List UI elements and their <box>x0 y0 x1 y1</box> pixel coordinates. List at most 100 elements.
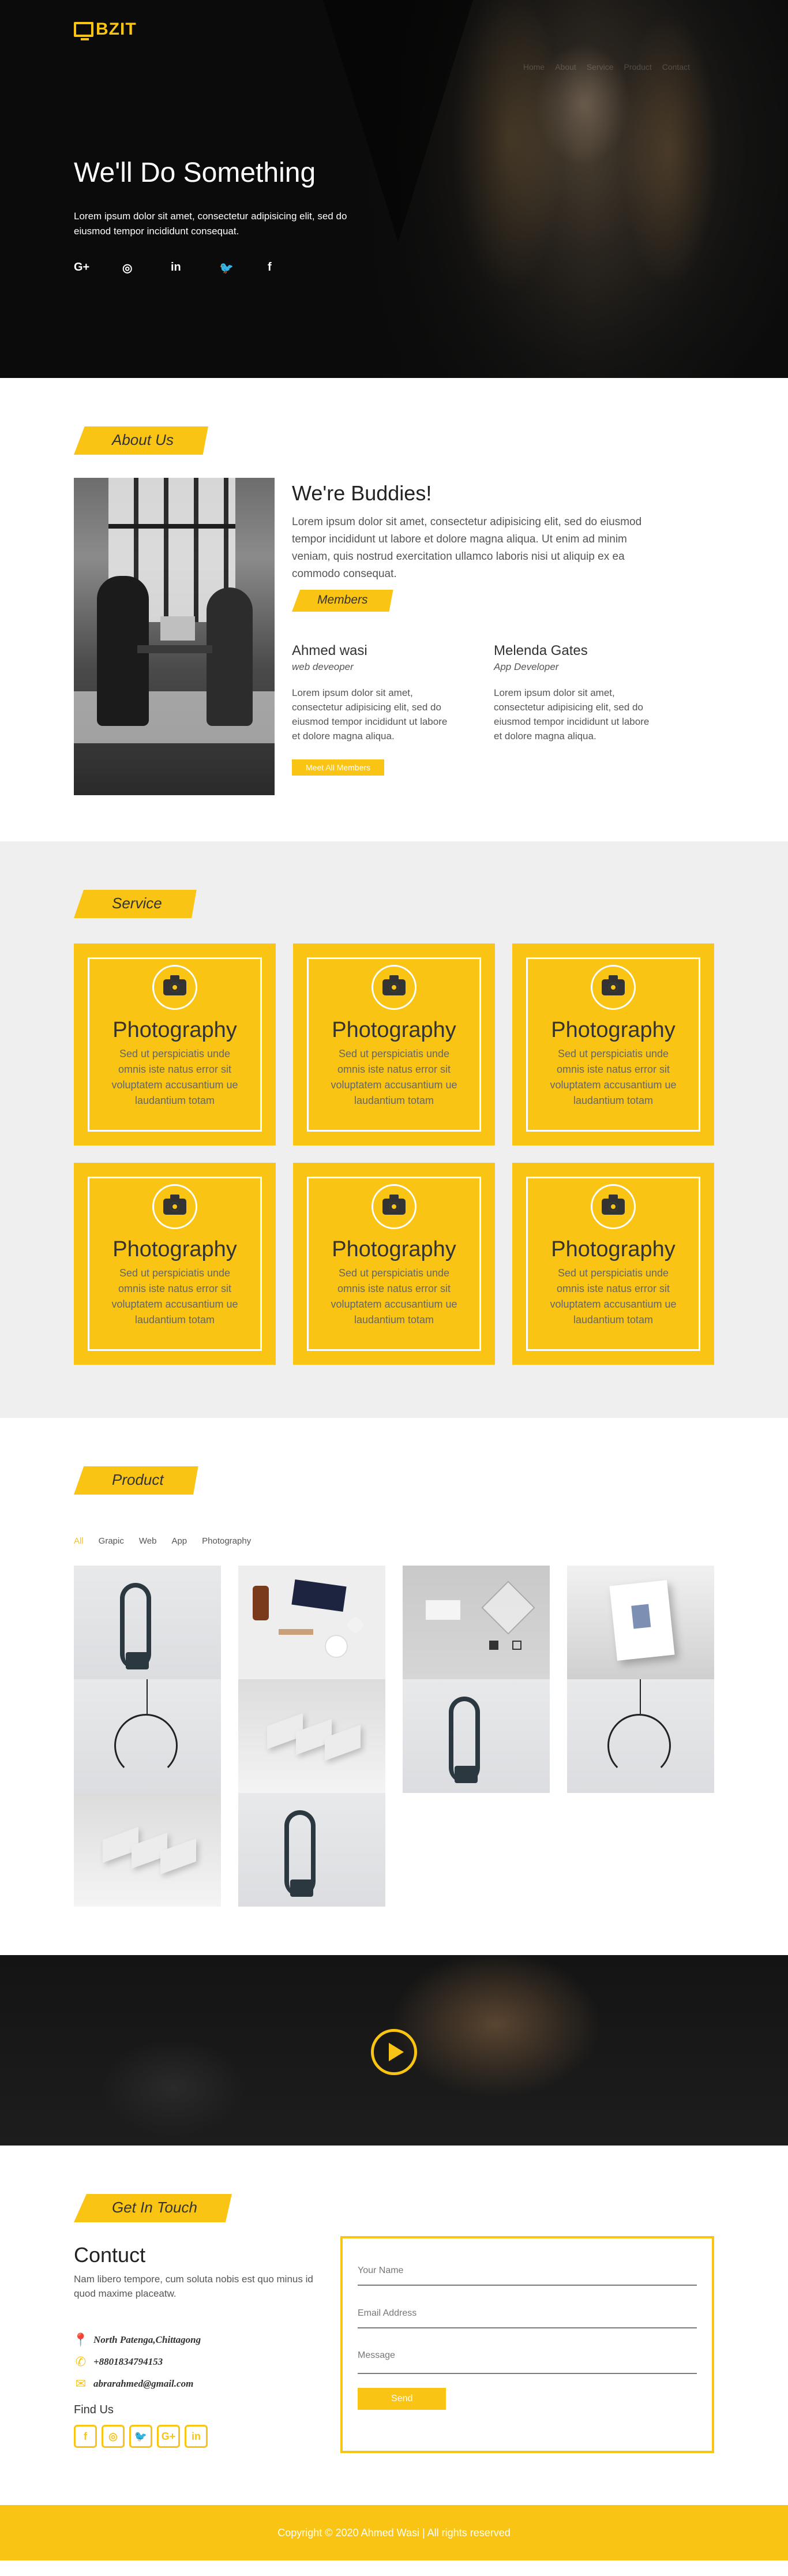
instagram-icon[interactable]: ◎ <box>102 2425 125 2448</box>
member-card: Ahmed wasi web deveoper Lorem ipsum dolo… <box>292 643 456 743</box>
nav-product[interactable]: Product <box>624 62 652 72</box>
member-role: App Developer <box>494 661 559 672</box>
contact-form: Send <box>340 2236 714 2453</box>
filter-web[interactable]: Web <box>139 1536 157 1546</box>
service-title: Photography <box>332 1018 456 1042</box>
product-tag: Product <box>74 1466 198 1495</box>
product-section: Product All Grapic Web App Photography <box>0 1418 788 1955</box>
address-text: North Patenga,Chittagong <box>93 2334 201 2345</box>
phone-icon: ✆ <box>75 2354 87 2369</box>
send-button[interactable]: Send <box>358 2388 446 2410</box>
product-filters: All Grapic Web App Photography <box>74 1536 714 1546</box>
service-text: Sed ut perspiciatis unde omnis iste natu… <box>550 1267 677 1326</box>
camera-icon <box>602 975 625 995</box>
contact-heading: Contuct <box>74 2243 146 2267</box>
play-icon[interactable] <box>371 2029 417 2075</box>
nav-home[interactable]: Home <box>523 62 545 72</box>
service-text: Sed ut perspiciatis unde omnis iste natu… <box>331 1267 457 1326</box>
hero-text: Lorem ipsum dolor sit amet, consectetur … <box>74 211 347 237</box>
service-text: Sed ut perspiciatis unde omnis iste natu… <box>331 1048 457 1106</box>
linkedin-icon[interactable]: in <box>171 261 192 275</box>
video-section <box>0 1955 788 2146</box>
nav-about[interactable]: About <box>555 62 576 72</box>
product-image-clip[interactable] <box>238 1793 385 1907</box>
address-row: 📍 North Patenga,Chittagong <box>73 2333 316 2347</box>
about-photo <box>74 478 275 795</box>
camera-icon <box>163 975 186 995</box>
phone-text: +8801834794153 <box>93 2356 163 2367</box>
meet-members-button[interactable]: Meet All Members <box>292 759 385 776</box>
message-field[interactable] <box>358 2350 697 2362</box>
google-plus-icon[interactable]: G+ <box>157 2425 180 2448</box>
filter-photography[interactable]: Photography <box>202 1536 251 1546</box>
member-role: web deveoper <box>292 661 354 672</box>
product-image-cards[interactable] <box>238 1679 385 1793</box>
product-image-branding[interactable] <box>403 1566 550 1679</box>
phone-row: ✆ +8801834794153 <box>74 2355 316 2369</box>
members-tag: Members <box>292 590 393 612</box>
service-card[interactable]: Photography Sed ut perspiciatis unde omn… <box>512 1163 714 1365</box>
site-logo[interactable]: BZIT <box>74 20 137 40</box>
product-gallery <box>74 1566 714 1907</box>
product-image-clip[interactable] <box>74 1566 221 1679</box>
service-card[interactable]: Photography Sed ut perspiciatis unde omn… <box>293 1163 495 1365</box>
google-plus-icon[interactable]: G+ <box>74 261 95 275</box>
contact-description: Nam libero tempore, cum soluta nobis est… <box>74 2274 313 2299</box>
about-tag: About Us <box>74 426 208 455</box>
twitter-icon[interactable]: 🐦 <box>129 2425 152 2448</box>
monitor-icon <box>74 22 93 40</box>
service-tag: Service <box>74 890 197 918</box>
email-text: abrarahmed@gmail.com <box>93 2378 194 2389</box>
service-title: Photography <box>332 1237 456 1261</box>
camera-icon <box>163 1195 186 1215</box>
service-card[interactable]: Photography Sed ut perspiciatis unde omn… <box>74 943 276 1145</box>
hero-triangle-shape <box>323 0 473 242</box>
product-image-lamp[interactable] <box>567 1679 714 1793</box>
member-bio: Lorem ipsum dolor sit amet, consectetur … <box>292 687 448 742</box>
facebook-icon[interactable]: f <box>74 2425 97 2448</box>
about-lead: Lorem ipsum dolor sit amet, consectetur … <box>292 516 642 580</box>
find-us-label: Find Us <box>74 2403 114 2416</box>
linkedin-icon[interactable]: in <box>185 2425 208 2448</box>
service-card[interactable]: Photography Sed ut perspiciatis unde omn… <box>512 943 714 1145</box>
camera-icon <box>382 1195 406 1215</box>
main-nav: Home About Service Product Contact <box>523 62 690 72</box>
logo-text: BZIT <box>96 20 137 39</box>
twitter-icon[interactable]: 🐦 <box>219 261 240 275</box>
name-field[interactable] <box>358 2265 697 2277</box>
email-field[interactable] <box>358 2308 697 2319</box>
hero-social-links: G+ ◎ in 🐦 f <box>74 261 288 275</box>
product-image-poster[interactable] <box>567 1566 714 1679</box>
camera-icon <box>602 1195 625 1215</box>
nav-contact[interactable]: Contact <box>662 62 690 72</box>
service-title: Photography <box>551 1018 676 1042</box>
service-card[interactable]: Photography Sed ut perspiciatis unde omn… <box>74 1163 276 1365</box>
product-image-cards[interactable] <box>74 1793 221 1907</box>
email-row: ✉ abrarahmed@gmail.com <box>74 2377 316 2391</box>
service-text: Sed ut perspiciatis unde omnis iste natu… <box>111 1267 238 1326</box>
service-section: Service Photography Sed ut perspiciatis … <box>0 841 788 1418</box>
contact-tag: Get In Touch <box>74 2194 232 2222</box>
service-title: Photography <box>112 1237 237 1261</box>
product-image-stationery[interactable] <box>238 1566 385 1679</box>
copyright-text: Copyright © 2020 Ahmed Wasi | All rights… <box>277 2526 511 2538</box>
service-title: Photography <box>112 1018 237 1042</box>
filter-all[interactable]: All <box>74 1536 84 1546</box>
nav-service[interactable]: Service <box>587 62 614 72</box>
filter-grapic[interactable]: Grapic <box>99 1536 124 1546</box>
member-name: Melenda Gates <box>494 643 588 658</box>
product-image-clip[interactable] <box>403 1679 550 1793</box>
hero-section: BZIT Home About Service Product Contact … <box>0 0 788 378</box>
member-card: Melenda Gates App Developer Lorem ipsum … <box>494 643 658 743</box>
service-card[interactable]: Photography Sed ut perspiciatis unde omn… <box>293 943 495 1145</box>
facebook-icon[interactable]: f <box>268 261 288 275</box>
contact-section: Get In Touch Contuct Nam libero tempore,… <box>0 2146 788 2505</box>
member-name: Ahmed wasi <box>292 643 367 658</box>
filter-app[interactable]: App <box>171 1536 187 1546</box>
hero-title: We'll Do Something <box>74 158 316 188</box>
instagram-icon[interactable]: ◎ <box>122 261 143 275</box>
service-text: Sed ut perspiciatis unde omnis iste natu… <box>550 1048 677 1106</box>
about-heading: We're Buddies! <box>292 481 432 505</box>
service-text: Sed ut perspiciatis unde omnis iste natu… <box>111 1048 238 1106</box>
product-image-lamp[interactable] <box>74 1679 221 1793</box>
